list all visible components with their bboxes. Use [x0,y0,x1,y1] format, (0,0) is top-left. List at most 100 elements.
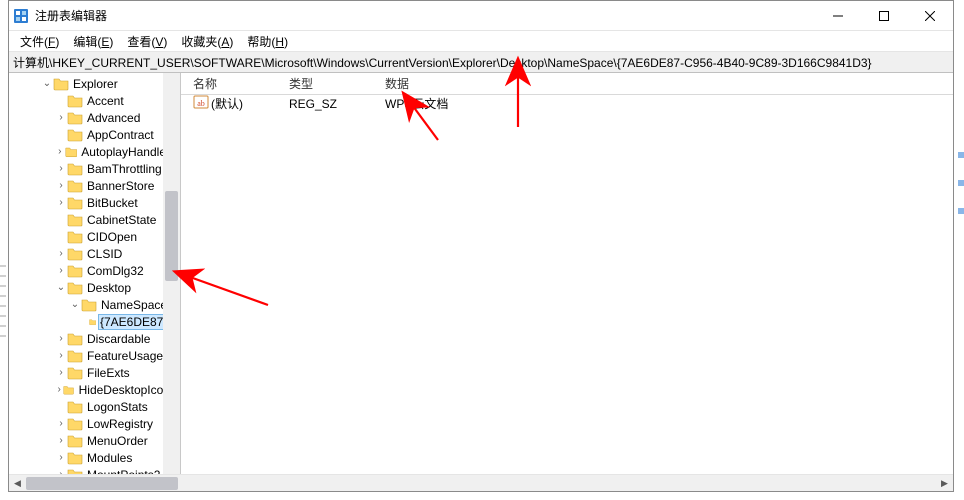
tree-node[interactable]: › MountPoints2 [9,466,180,474]
tree-node[interactable]: › Advanced [9,109,180,126]
hscroll-right-button[interactable]: ▶ [936,475,953,492]
window-title: 注册表编辑器 [35,7,107,24]
tree-node[interactable]: AppContract [9,126,180,143]
tree-node[interactable]: ›ComDlg32 [9,262,180,279]
horizontal-scrollbar[interactable]: ◀ ▶ [9,474,953,491]
tree-twisty[interactable]: › [55,146,65,157]
column-data[interactable]: 数据 [379,75,953,92]
tree-node[interactable]: › MenuOrder [9,432,180,449]
value-name: (默认) [211,95,243,112]
tree-pane: ⌄ Explorer Accent › Advanced AppContract›Auto… [9,73,181,474]
tree-label: CLSID [85,247,124,261]
main-split: ⌄ Explorer Accent › Advanced AppContract›Auto… [9,73,953,474]
tree-twisty[interactable]: › [55,367,67,378]
menu-file[interactable]: 文件(F) [13,31,66,52]
tree-node[interactable]: CabinetState [9,211,180,228]
tree-label: AppContract [85,128,156,142]
tree-label: Desktop [85,281,133,295]
value-row[interactable]: ab (默认) REG_SZWPS云文档 [181,95,953,112]
address-bar[interactable]: 计算机\HKEY_CURRENT_USER\SOFTWARE\Microsoft… [9,52,953,73]
value-type: REG_SZ [283,97,379,111]
tree-node[interactable]: {7AE6DE87-C [9,313,180,330]
tree-label: NameSpace [99,298,169,312]
tree-twisty[interactable]: › [55,452,67,463]
value-name-cell: ab (默认) [187,94,283,113]
menu-view[interactable]: 查看(V) [120,31,174,52]
tree-label: CabinetState [85,213,158,227]
tree-label: LowRegistry [85,417,155,431]
tree-label: Advanced [85,111,142,125]
menu-favorites-label: 收藏夹(A) [181,35,233,49]
tree-label: LogonStats [85,400,150,414]
tree-scroll[interactable]: ⌄ Explorer Accent › Advanced AppContract›Auto… [9,73,180,474]
tree-node[interactable]: › FileExts [9,364,180,381]
values-body: ab (默认) REG_SZWPS云文档 [181,95,953,474]
close-button[interactable] [907,1,953,31]
tree-node[interactable]: › Modules [9,449,180,466]
minimize-button[interactable] [815,1,861,31]
column-type[interactable]: 类型 [283,75,379,92]
tree-node[interactable]: › Discardable [9,330,180,347]
menu-view-label: 查看(V) [127,35,167,49]
tree-node[interactable]: › CLSID [9,245,180,262]
menu-edit[interactable]: 编辑(E) [66,31,120,52]
values-pane: 名称 类型 数据 ab (默认) REG_SZWPS云文档 [181,73,953,474]
titlebar: 注册表编辑器 [9,1,953,31]
tree-node[interactable]: ›FeatureUsage [9,347,180,364]
menu-favorites[interactable]: 收藏夹(A) [174,31,240,52]
values-header: 名称 类型 数据 [181,73,953,95]
tree-label: Accent [85,94,126,108]
tree-twisty[interactable]: › [55,350,67,361]
tree-node[interactable]: ›AutoplayHandlers [9,143,180,160]
hscroll-thumb[interactable] [26,477,178,490]
tree-twisty[interactable]: ⌄ [69,299,81,310]
tree-vertical-scrollbar[interactable] [163,73,180,474]
registry-editor-window: 注册表编辑器 文件(F) 编辑(E) 查看(V) 收藏夹(A) 帮助(H) 计算… [8,0,954,492]
tree-node[interactable]: ⌄ Desktop [9,279,180,296]
menu-help[interactable]: 帮助(H) [240,31,295,52]
tree-label: Discardable [85,332,152,346]
column-name[interactable]: 名称 [187,75,283,92]
tree-node[interactable]: › BamThrottling [9,160,180,177]
tree-twisty[interactable]: › [55,384,63,395]
tree-twisty[interactable]: › [55,180,67,191]
tree-twisty[interactable]: › [55,418,67,429]
tree-node[interactable]: ›BannerStore [9,177,180,194]
tree-label: FileExts [85,366,132,380]
tree-label: MountPoints2 [85,468,162,475]
tree-node[interactable]: LogonStats [9,398,180,415]
value-data: WPS云文档 [379,95,953,112]
tree-label: MenuOrder [85,434,150,448]
tree-scroll-thumb[interactable] [165,191,178,281]
tree-twisty[interactable]: › [55,197,67,208]
tree-node[interactable]: ›HideDesktopIcons [9,381,180,398]
tree-twisty[interactable]: › [55,435,67,446]
menubar: 文件(F) 编辑(E) 查看(V) 收藏夹(A) 帮助(H) [9,31,953,52]
tree-label: Modules [85,451,134,465]
app-icon [13,8,29,24]
tree-twisty[interactable]: › [55,248,67,259]
hscroll-track[interactable] [26,475,936,492]
tree-twisty[interactable]: ⌄ [55,282,67,293]
tree-twisty[interactable]: › [55,333,67,344]
tree-node[interactable]: › LowRegistry [9,415,180,432]
tree-node[interactable]: › BitBucket [9,194,180,211]
maximize-button[interactable] [861,1,907,31]
tree-twisty[interactable]: › [55,112,67,123]
tree-label: BamThrottling [85,162,164,176]
tree-label: BitBucket [85,196,140,210]
tree-node[interactable]: Accent [9,92,180,109]
string-value-icon: ab [193,94,211,113]
tree-node[interactable]: ⌄ NameSpace [9,296,180,313]
svg-text:ab: ab [197,99,205,108]
hscroll-left-button[interactable]: ◀ [9,475,26,492]
tree-node[interactable]: CIDOpen [9,228,180,245]
tree-twisty[interactable]: › [55,163,67,174]
menu-file-label: 文件(F) [20,35,59,49]
tree-twisty[interactable]: › [55,265,67,276]
tree-label: Explorer [71,77,120,91]
tree-twisty[interactable]: ⌄ [41,78,53,89]
tree-node[interactable]: ⌄ Explorer [9,75,180,92]
tree-twisty[interactable]: › [55,469,67,474]
menu-edit-label: 编辑(E) [73,35,113,49]
